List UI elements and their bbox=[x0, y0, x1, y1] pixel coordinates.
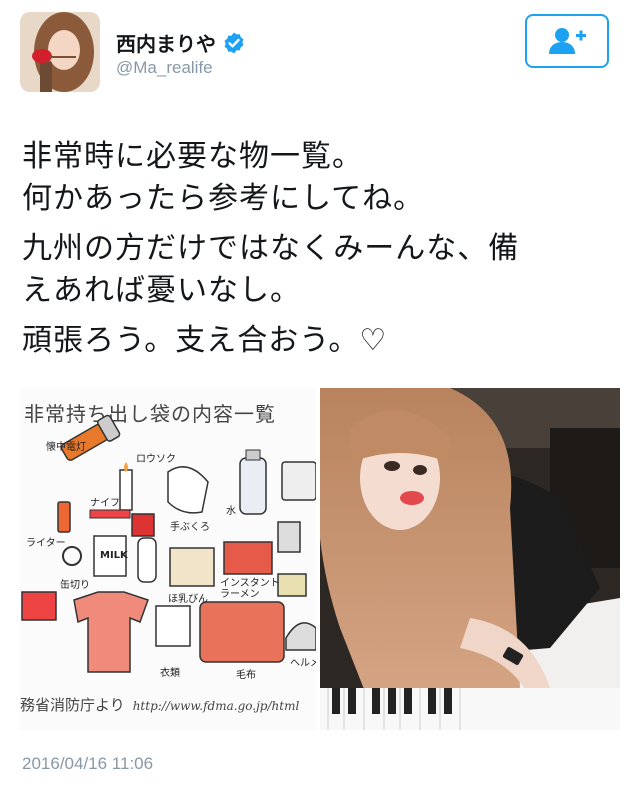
label-water: 水 bbox=[226, 506, 236, 517]
label-gloves: 手ぶくろ bbox=[170, 522, 210, 533]
user-handle[interactable]: @Ma_realife bbox=[116, 58, 213, 78]
verified-badge-icon bbox=[224, 32, 244, 53]
selfie-photo-illustration bbox=[320, 388, 620, 730]
tweet-timestamp[interactable]: 2016/04/16 11:06 bbox=[22, 754, 153, 774]
label-can-opener: 缶切り bbox=[60, 580, 90, 591]
label-blanket: 毛布 bbox=[236, 670, 256, 681]
label-helmet: ヘルメ bbox=[290, 658, 316, 669]
label-knife: ナイフ bbox=[90, 498, 120, 509]
selfie-photo[interactable] bbox=[320, 388, 620, 730]
tweet-line: 非常時に必要な物一覧。 bbox=[22, 139, 363, 174]
label-instant-noodles: インスタント ラーメン bbox=[220, 578, 280, 600]
label-lighter: ライター bbox=[26, 538, 66, 549]
source-name: 務省消防庁より bbox=[20, 696, 125, 714]
add-user-icon bbox=[549, 28, 586, 54]
tweet-line: えあれば憂いなし。 bbox=[22, 273, 301, 308]
label-candle: ロウソク bbox=[136, 454, 176, 465]
display-name[interactable]: 西内まりや bbox=[116, 28, 216, 57]
tweet-line: 頑張ろう。支え合おう。♡ bbox=[22, 323, 388, 358]
source-url: http://www.fdma.go.jp/html bbox=[132, 699, 300, 713]
tweet-header: 西内まりや @Ma_realife bbox=[0, 0, 640, 100]
label-milk: MILK bbox=[100, 550, 128, 561]
tweet-line: 何かあったら参考にしてね。 bbox=[22, 181, 425, 216]
tweet-text: 非常時に必要な物一覧。 何かあったら参考にしてね。 九州の方だけではなくみーんな… bbox=[22, 136, 622, 362]
follow-button[interactable] bbox=[525, 14, 609, 68]
avatar[interactable] bbox=[20, 12, 100, 92]
label-clothes: 衣類 bbox=[160, 668, 180, 679]
tweet-media: 非常持ち出し袋の内容一覧 懐中電灯 ロウソク ナイフ 手ぶくろ 水 ライター 缶… bbox=[20, 388, 620, 730]
emergency-kit-image[interactable]: 非常持ち出し袋の内容一覧 懐中電灯 ロウソク ナイフ 手ぶくろ 水 ライター 缶… bbox=[20, 388, 316, 730]
label-baby-bottle: ほ乳びん bbox=[168, 594, 208, 605]
name-row: 西内まりや bbox=[116, 28, 246, 57]
image-source: 務省消防庁より http://www.fdma.go.jp/html bbox=[20, 694, 299, 715]
tweet-line: 九州の方だけではなくみーんな、備 bbox=[22, 231, 520, 266]
label-flashlight: 懐中電灯 bbox=[46, 442, 86, 453]
